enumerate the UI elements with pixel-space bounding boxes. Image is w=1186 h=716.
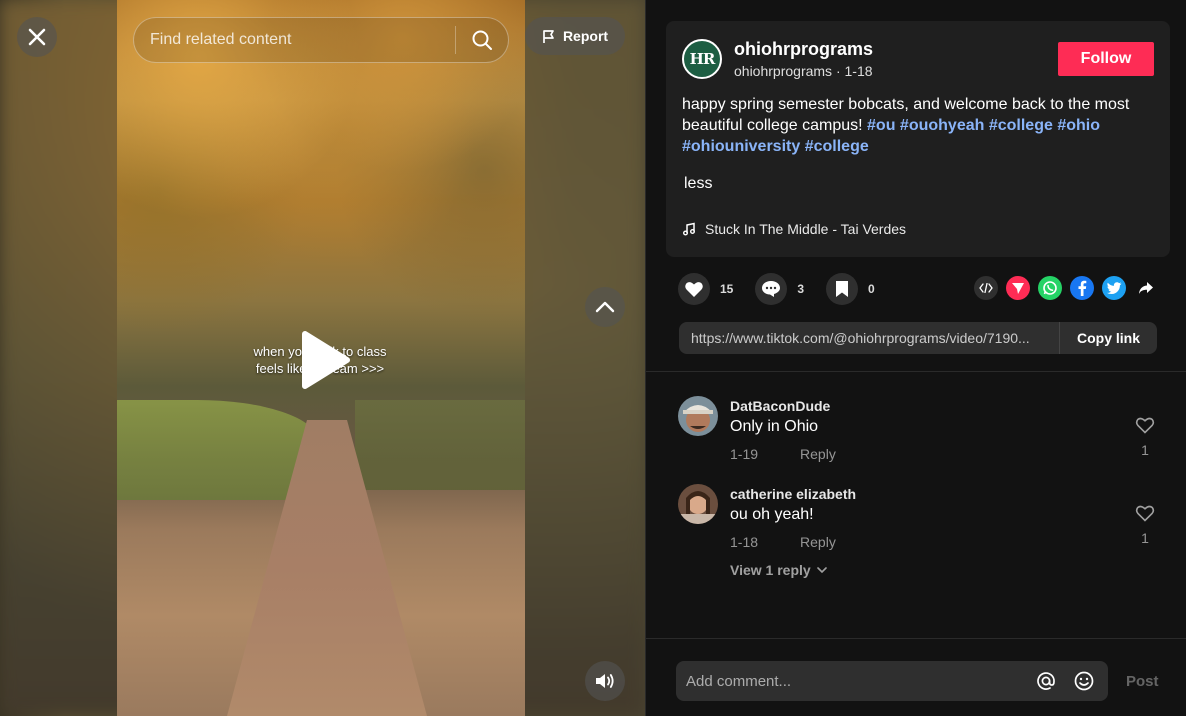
search-icon	[472, 30, 492, 50]
facebook-share-button[interactable]	[1070, 276, 1094, 300]
comment-like-count: 1	[1141, 530, 1149, 546]
save-button[interactable]: 0	[826, 273, 875, 305]
reply-button[interactable]: Reply	[800, 446, 836, 462]
author-handle: ohiohrprograms	[734, 63, 833, 79]
embed-button[interactable]	[974, 276, 998, 300]
post-comment-button[interactable]: Post	[1126, 673, 1159, 690]
post-date: 1-18	[844, 63, 873, 79]
comment-meta: 1-18 Reply	[730, 534, 836, 550]
video-area: when you walk to class feels like a drea…	[0, 0, 645, 716]
hashtag-link[interactable]: #ohiouniversity	[682, 138, 800, 155]
details-panel: HR ohiohrprograms ohiohrprograms · 1-18 …	[645, 0, 1186, 716]
report-button[interactable]: Report	[525, 17, 625, 55]
search-input[interactable]	[134, 18, 455, 62]
save-count: 0	[868, 282, 875, 296]
hashtag-link[interactable]: #ohio	[1057, 117, 1100, 134]
comment-input-box	[676, 661, 1108, 701]
volume-icon	[596, 674, 614, 688]
view-replies-button[interactable]: View 1 reply	[730, 562, 827, 578]
copy-link-button[interactable]: Copy link	[1059, 322, 1157, 354]
hashtag-link[interactable]: #ou	[867, 117, 895, 134]
play-icon	[302, 331, 350, 389]
search-button[interactable]	[456, 18, 508, 62]
post-info-card: HR ohiohrprograms ohiohrprograms · 1-18 …	[666, 21, 1170, 257]
section-divider	[646, 371, 1186, 372]
comment-input[interactable]	[676, 661, 1032, 701]
action-bar: 15 3 0	[678, 273, 897, 305]
comment-composer: Post	[646, 638, 1186, 716]
music-note-icon	[683, 222, 695, 236]
whatsapp-share-button[interactable]	[1038, 276, 1062, 300]
mention-button[interactable]	[1032, 667, 1060, 695]
flag-icon	[543, 29, 554, 43]
video-frame-grass	[355, 400, 525, 490]
embed-code-icon	[979, 283, 993, 293]
follow-button[interactable]: Follow	[1058, 42, 1154, 76]
commenter-name[interactable]: DatBaconDude	[730, 398, 830, 414]
reply-button[interactable]: Reply	[800, 534, 836, 550]
comment-like-button[interactable]: 1	[1132, 504, 1158, 546]
previous-video-button[interactable]	[585, 287, 625, 327]
paper-plane-icon	[1012, 283, 1024, 294]
comment-icon	[762, 281, 781, 297]
video-frame-grass	[117, 400, 317, 500]
comment-text: ou oh yeah!	[730, 506, 814, 523]
emoji-icon	[1074, 671, 1094, 691]
show-less-button[interactable]: less	[684, 175, 712, 193]
comment-count: 3	[797, 282, 805, 296]
facebook-icon	[1078, 280, 1087, 296]
chevron-up-icon	[595, 301, 615, 313]
music-link[interactable]: Stuck In The Middle - Tai Verdes	[682, 221, 906, 237]
share-link-text[interactable]: https://www.tiktok.com/@ohiohrprograms/v…	[679, 330, 1059, 346]
share-arrow-icon	[1139, 282, 1153, 294]
chevron-down-icon	[816, 566, 827, 573]
whatsapp-icon	[1043, 281, 1057, 295]
author-avatar[interactable]: HR	[682, 39, 722, 79]
comment-date: 1-19	[730, 446, 759, 462]
share-buttons	[974, 276, 1158, 300]
comment-meta: 1-19 Reply	[730, 446, 836, 462]
comment-text: Only in Ohio	[730, 418, 819, 435]
like-button[interactable]: 15	[678, 273, 733, 305]
bookmark-icon	[836, 281, 849, 297]
separator-dot: ·	[835, 63, 845, 79]
comment-item: catherine elizabeth ou oh yeah! 1-18 Rep…	[678, 484, 1168, 584]
hashtag-link[interactable]: #ouohyeah	[900, 117, 984, 134]
play-button[interactable]	[295, 325, 355, 395]
close-icon	[28, 28, 46, 46]
report-label: Report	[562, 28, 609, 44]
comment-like-button[interactable]: 1	[1132, 416, 1158, 458]
share-link-box: https://www.tiktok.com/@ohiohrprograms/v…	[679, 322, 1157, 354]
avatar-logo-text: HR	[689, 50, 716, 68]
comment-item: DatBaconDude Only in Ohio 1-19 Reply 1	[678, 396, 1168, 466]
like-count: 15	[720, 282, 734, 296]
twitter-share-button[interactable]	[1102, 276, 1126, 300]
search-bar	[133, 17, 509, 63]
hashtag-link[interactable]: #college	[805, 138, 869, 155]
author-subline: ohiohrprograms · 1-18	[734, 63, 873, 79]
commenter-avatar[interactable]	[678, 396, 718, 436]
commenter-name[interactable]: catherine elizabeth	[730, 486, 856, 502]
comment-button[interactable]: 3	[755, 273, 804, 305]
view-replies-label: View 1 reply	[730, 562, 811, 578]
heart-icon	[685, 282, 703, 297]
close-button[interactable]	[17, 17, 57, 57]
author-username[interactable]: ohiohrprograms	[734, 39, 873, 60]
comment-date: 1-18	[730, 534, 759, 550]
heart-outline-icon	[1135, 417, 1155, 434]
volume-button[interactable]	[585, 661, 625, 701]
at-sign-icon	[1037, 672, 1055, 690]
heart-outline-icon	[1135, 505, 1155, 522]
commenter-avatar[interactable]	[678, 484, 718, 524]
music-title: Stuck In The Middle - Tai Verdes	[705, 221, 907, 237]
twitter-bird-icon	[1106, 282, 1121, 294]
emoji-button[interactable]	[1070, 667, 1098, 695]
more-share-button[interactable]	[1134, 276, 1158, 300]
hashtag-link[interactable]: #college	[989, 117, 1053, 134]
send-to-friends-button[interactable]	[1006, 276, 1030, 300]
comment-like-count: 1	[1141, 442, 1149, 458]
post-description: happy spring semester bobcats, and welco…	[682, 94, 1162, 157]
